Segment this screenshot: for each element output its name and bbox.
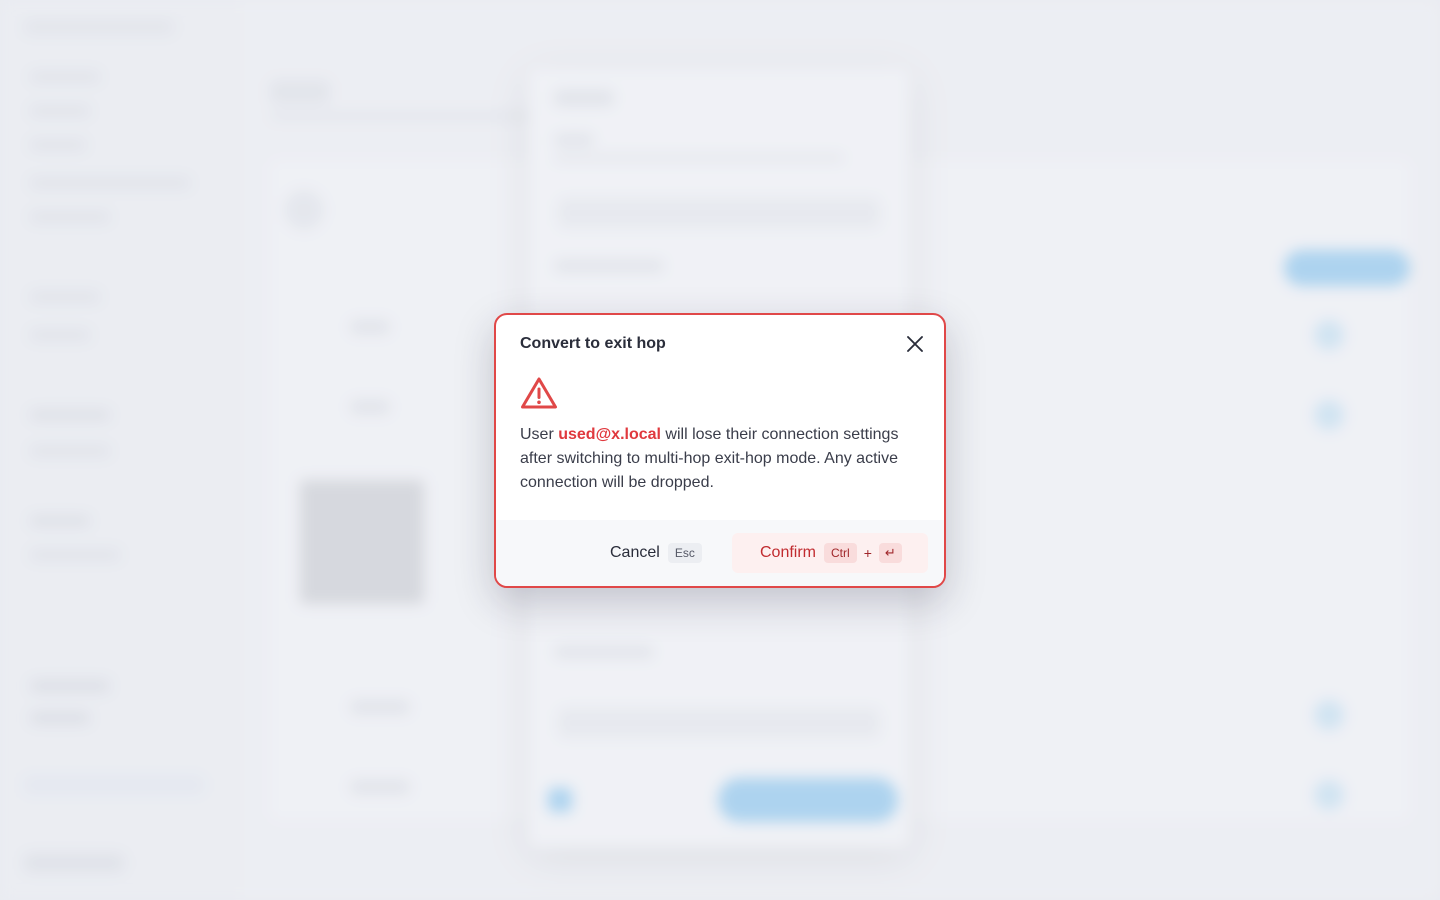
confirm-dialog: Convert to exit hop User used@x.local wi… xyxy=(494,313,946,588)
enter-key-icon: ↵ xyxy=(878,543,902,563)
cancel-button[interactable]: Cancel Esc xyxy=(596,533,714,573)
confirm-label: Confirm xyxy=(760,544,817,561)
warning-triangle-icon xyxy=(521,377,557,409)
message-prefix: User xyxy=(520,426,559,443)
dialog-title: Convert to exit hop xyxy=(520,335,666,352)
cancel-label: Cancel xyxy=(610,544,660,561)
esc-shortcut-badge: Esc xyxy=(667,543,702,563)
shortcut-plus: + xyxy=(863,545,872,561)
close-icon xyxy=(907,336,923,352)
ctrl-shortcut-badge: Ctrl xyxy=(824,543,857,563)
dialog-message: User used@x.local will lose their connec… xyxy=(520,423,928,495)
confirm-button[interactable]: Confirm Ctrl + ↵ xyxy=(732,533,928,573)
user-email: used@x.local xyxy=(558,426,661,443)
close-button[interactable] xyxy=(902,331,928,357)
dialog-footer: Cancel Esc Confirm Ctrl + ↵ xyxy=(496,520,944,586)
